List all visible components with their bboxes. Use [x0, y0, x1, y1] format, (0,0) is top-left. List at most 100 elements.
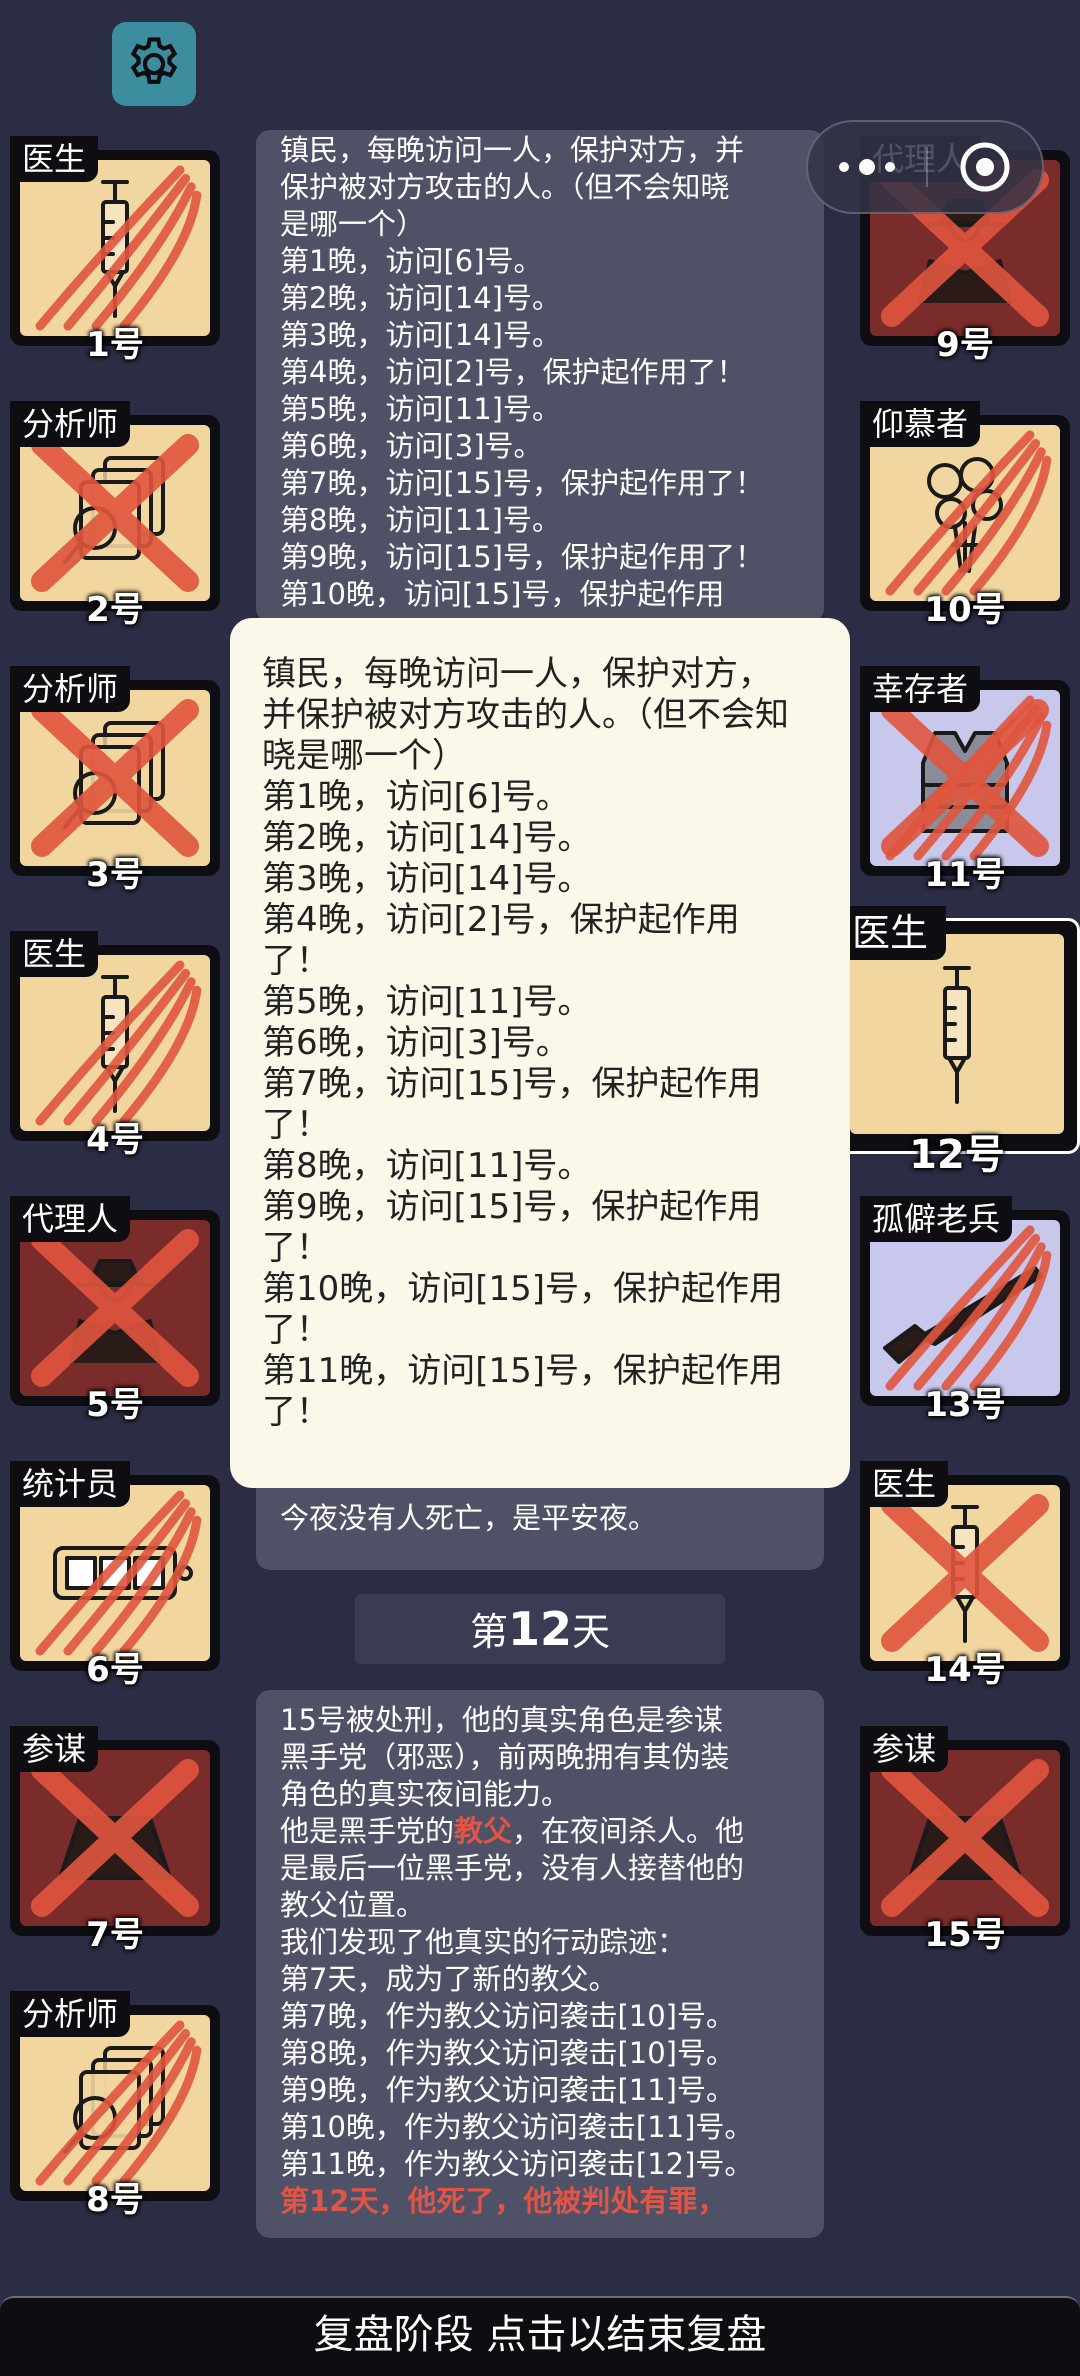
- card-portrait: [20, 160, 210, 336]
- player-number: 5号: [86, 1385, 144, 1425]
- day-suffix: 天: [572, 1610, 611, 1654]
- popup-line: 第9晚，访问[15]号，保护起作用: [262, 1187, 762, 1227]
- settings-button[interactable]: [112, 22, 196, 106]
- card-portrait: [20, 955, 210, 1131]
- day-label: 第12天: [355, 1594, 725, 1664]
- player-card-12号[interactable]: 医生 12号: [834, 906, 1080, 1178]
- card-portrait: [870, 1485, 1060, 1661]
- role-label: 医生: [10, 931, 99, 977]
- player-card-15号[interactable]: 参谋 15号: [860, 1726, 1070, 1955]
- card-portrait: [20, 2015, 210, 2191]
- player-card-8号[interactable]: 分析师 8号: [10, 1991, 220, 2220]
- player-card-11号[interactable]: 幸存者 11号: [860, 666, 1070, 895]
- syringe-icon: [35, 165, 202, 331]
- player-number: 12号: [909, 1132, 1005, 1178]
- role-label: 医生: [834, 906, 947, 960]
- log-line: 第9晚，作为教父访问袭击[11]号。: [280, 2072, 800, 2109]
- player-number: 13号: [924, 1385, 1006, 1425]
- player-card-10号[interactable]: 仰慕者 10号: [860, 401, 1070, 630]
- player-number: 14号: [924, 1650, 1006, 1690]
- log-line: 是最后一位黑手党，没有人接替他的: [280, 1850, 800, 1887]
- syringe-icon: [35, 960, 202, 1126]
- log-line: 第6晚，访问[3]号。: [280, 429, 543, 463]
- player-card-2号[interactable]: 分析师 2号: [10, 401, 220, 630]
- player-card-14号[interactable]: 医生 14号: [860, 1461, 1070, 1690]
- log-panel-previous[interactable]: 镇民，每晚访问一人，保护对方，并 保护被对方攻击的人。（但不会知晓 是哪一个） 第1晚…: [256, 130, 824, 622]
- strategist-icon: [881, 1759, 1049, 1917]
- card-portrait: [870, 1750, 1060, 1926]
- role-label: 分析师: [10, 666, 131, 712]
- role-detail-popup[interactable]: 镇民，每晚访问一人，保护对方， 并保护被对方攻击的人。（但不会知 晓是哪一个） 第1晚…: [230, 618, 850, 1488]
- magnifier-files-icon: [35, 2020, 202, 2186]
- log-line: 第11晚，作为教父访问袭击[12]号。: [280, 2146, 800, 2183]
- log-text: 第7晚，作为教父访问袭击[10]号。: [280, 1999, 735, 2033]
- popup-line: 并保护被对方攻击的人。（但不会知: [262, 695, 789, 735]
- log-text: 第9晚，作为教父访问袭击[11]号。: [280, 2073, 735, 2107]
- popup-line: 了！: [262, 1392, 330, 1432]
- day-prefix: 第: [469, 1610, 508, 1654]
- log-line: 黑手党（邪恶），前两晚拥有其伪装: [280, 1739, 800, 1776]
- role-label: 分析师: [10, 1991, 131, 2037]
- log-text: 第8晚，作为教父访问袭击[10]号。: [280, 2036, 735, 2070]
- player-card-4号[interactable]: 医生 4号: [10, 931, 220, 1160]
- card-portrait: [20, 425, 210, 601]
- player-card-13号[interactable]: 孤僻老兵 13号: [860, 1196, 1070, 1425]
- log-line: 第10晚，访问[15]号，保护起作用: [280, 577, 725, 611]
- player-card-7号[interactable]: 参谋 7号: [10, 1726, 220, 1955]
- close-target-icon[interactable]: [959, 141, 1011, 193]
- log-line: 角色的真实夜间能力。: [280, 1776, 800, 1813]
- player-number: 15号: [924, 1915, 1006, 1955]
- player-card-3号[interactable]: 分析师 3号: [10, 666, 220, 895]
- card-portrait: [20, 690, 210, 866]
- agent-icon: [31, 1229, 199, 1387]
- card-portrait: [20, 1485, 210, 1661]
- log-line: 15号被处刑，他的真实角色是参谋: [280, 1702, 800, 1739]
- player-number: 4号: [86, 1120, 144, 1160]
- log-text: 第10晚，作为教父访问袭击[11]号。: [280, 2110, 754, 2144]
- log-text: 第11晚，作为教父访问袭击[12]号。: [280, 2147, 754, 2181]
- player-card-1号[interactable]: 医生 1号: [10, 136, 220, 365]
- log-line: 第9晚，访问[15]号，保护起作用了！: [280, 540, 764, 574]
- log-text: 我们发现了他真实的行动踪迹：: [280, 1925, 687, 1959]
- log-text: ，在夜间杀人。他: [512, 1814, 745, 1848]
- player-card-6号[interactable]: 统计员 6号: [10, 1461, 220, 1690]
- log-panel-day12[interactable]: 15号被处刑，他的真实角色是参谋 黑手党（邪恶），前两晚拥有其伪装 角色的真实夜间能…: [256, 1690, 824, 2238]
- log-line: 保护被对方攻击的人。（但不会知晓: [280, 170, 730, 204]
- card-portrait: [850, 934, 1064, 1134]
- more-button[interactable]: [839, 159, 896, 175]
- player-number: 6号: [86, 1650, 144, 1690]
- player-number: 2号: [86, 590, 144, 630]
- log-line: 第7天，成为了新的教父。: [280, 1961, 800, 1998]
- counter-icon: [35, 1490, 202, 1656]
- role-label: 分析师: [10, 401, 131, 447]
- log-text: 角色的真实夜间能力。: [280, 1777, 571, 1811]
- popup-line: 第3晚，访问[14]号。: [262, 859, 592, 899]
- player-card-5号[interactable]: 代理人 5号: [10, 1196, 220, 1425]
- role-label: 医生: [10, 136, 99, 182]
- popup-line: 第7晚，访问[15]号，保护起作用: [262, 1064, 762, 1104]
- player-number: 8号: [86, 2180, 144, 2220]
- miniprogram-capsule: [806, 120, 1044, 214]
- player-number: 10号: [924, 590, 1006, 630]
- popup-line: 第11晚，访问[15]号，保护起作用: [262, 1351, 784, 1391]
- rifle-icon: [883, 1225, 1052, 1391]
- popup-line: 第10晚，访问[15]号，保护起作用: [262, 1269, 784, 1309]
- player-number: 9号: [936, 325, 994, 365]
- highlight-text: 教父: [454, 1814, 513, 1848]
- day-number: 12: [507, 1602, 572, 1656]
- log-text: 15号被处刑，他的真实角色是参谋: [280, 1703, 723, 1737]
- role-label: 参谋: [10, 1726, 99, 1772]
- gear-icon: [130, 37, 178, 84]
- end-review-button[interactable]: 复盘阶段 点击以结束复盘: [0, 2296, 1080, 2376]
- log-line: 第4晚，访问[2]号，保护起作用了！: [280, 355, 746, 389]
- popup-line: 了！: [262, 1310, 330, 1350]
- vest-icon: [881, 695, 1052, 861]
- card-portrait: [20, 1750, 210, 1926]
- card-portrait: [870, 425, 1060, 601]
- log-line: 第10晚，作为教父访问袭击[11]号。: [280, 2109, 800, 2146]
- popup-line: 了！: [262, 1228, 330, 1268]
- log-line: 第2晚，访问[14]号。: [280, 281, 561, 315]
- syringe-icon: [881, 1494, 1049, 1652]
- popup-line: 第5晚，访问[11]号。: [262, 982, 592, 1022]
- syringe-icon: [943, 966, 971, 1104]
